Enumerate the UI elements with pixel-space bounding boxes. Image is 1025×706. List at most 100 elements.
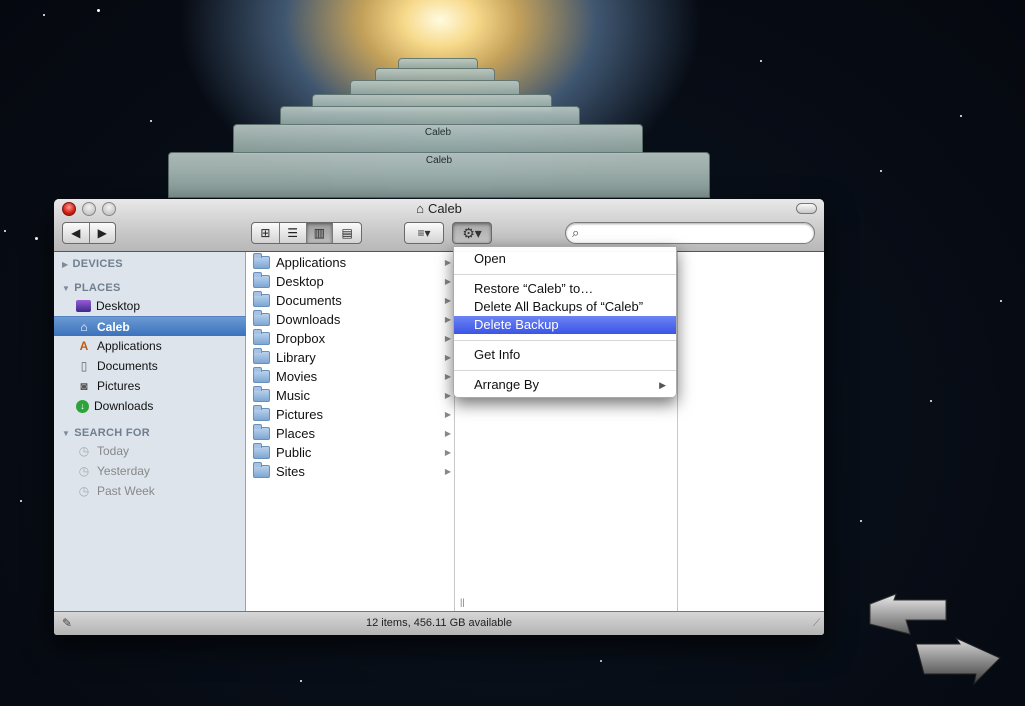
sidebar-devices-header[interactable]: ▶ DEVICES xyxy=(62,258,123,270)
sidebar-item-desktop[interactable]: Desktop xyxy=(54,296,246,316)
window-title: ⌂ Caleb xyxy=(54,201,824,216)
star xyxy=(300,680,302,682)
disclosure-icon: ▼ xyxy=(62,284,71,293)
list-item[interactable]: Pictures ▶ xyxy=(246,405,455,424)
sidebar-item-past-week[interactable]: ◷ Past Week xyxy=(54,481,246,501)
disclosure-icon: ▶ xyxy=(62,260,69,269)
folder-icon xyxy=(253,367,270,383)
folder-icon xyxy=(253,348,270,364)
search-icon: ⌕ xyxy=(572,225,580,240)
star xyxy=(1000,300,1002,302)
folder-icon xyxy=(253,443,270,459)
star xyxy=(880,170,882,172)
sidebar-item-today[interactable]: ◷ Today xyxy=(54,441,246,461)
sidebar-item-caleb[interactable]: ⌂ Caleb xyxy=(54,316,246,336)
star xyxy=(20,500,22,502)
disclosure-arrow-icon: ▶ xyxy=(444,258,451,267)
search-field[interactable]: ⌕ xyxy=(565,222,815,244)
sidebar-item-documents[interactable]: ▯ Documents xyxy=(54,356,246,376)
list-item[interactable]: Sites ▶ xyxy=(246,462,455,481)
sidebar-item-pictures[interactable]: ◙ Pictures xyxy=(54,376,246,396)
disclosure-icon: ▼ xyxy=(62,429,71,438)
coverflow-icon: ▤ xyxy=(341,226,353,240)
search-input[interactable] xyxy=(590,225,805,241)
list-view-button[interactable]: ☰ xyxy=(280,223,307,243)
menu-item-open[interactable]: Open xyxy=(454,250,676,268)
list-item[interactable]: Movies ▶ xyxy=(246,367,455,386)
menu-item-arrange-by[interactable]: Arrange By ▶ xyxy=(454,376,676,394)
folder-icon xyxy=(253,329,270,345)
sidebar-places-header[interactable]: ▼ PLACES xyxy=(62,282,121,294)
list-item[interactable]: Documents ▶ xyxy=(246,291,455,310)
folder-icon xyxy=(253,253,270,269)
time-back-arrow-icon[interactable] xyxy=(866,590,956,640)
list-item[interactable]: Dropbox ▶ xyxy=(246,329,455,348)
applications-icon: A xyxy=(79,339,89,353)
list-item[interactable]: Public ▶ xyxy=(246,443,455,462)
background-window[interactable] xyxy=(280,106,580,126)
back-button[interactable]: ◀ xyxy=(63,223,90,243)
star xyxy=(600,660,602,662)
star xyxy=(43,14,45,16)
menu-item-delete-all-backups[interactable]: Delete All Backups of “Caleb” xyxy=(454,298,676,316)
folder-icon xyxy=(253,424,270,440)
star xyxy=(4,230,6,232)
menu-item-delete-backup[interactable]: Delete Backup xyxy=(454,316,676,334)
disclosure-arrow-icon: ▶ xyxy=(444,334,451,343)
disclosure-arrow-icon: ▶ xyxy=(444,315,451,324)
status-bar: ✎ 12 items, 456.11 GB available ⟋ xyxy=(54,611,824,635)
list-icon: ☰ xyxy=(287,226,298,240)
folder-icon xyxy=(253,310,270,326)
star xyxy=(150,120,152,122)
list-item[interactable]: Applications ▶ xyxy=(246,253,455,272)
list-item[interactable]: Downloads ▶ xyxy=(246,310,455,329)
sidebar-item-applications[interactable]: A Applications xyxy=(54,336,246,356)
arrange-icon: ≡▾ xyxy=(417,226,431,240)
column-empty xyxy=(679,252,824,611)
star xyxy=(97,9,100,12)
disclosure-arrow-icon: ▶ xyxy=(444,391,451,400)
forward-button[interactable]: ▶ xyxy=(90,223,116,243)
sidebar-search-header[interactable]: ▼ SEARCH FOR xyxy=(62,427,150,439)
action-context-menu: Open Restore “Caleb” to… Delete All Back… xyxy=(453,246,677,398)
list-item[interactable]: Places ▶ xyxy=(246,424,455,443)
star xyxy=(760,60,762,62)
icon-view-button[interactable]: ⊞ xyxy=(252,223,280,243)
folder-icon xyxy=(253,386,270,402)
menu-item-get-info[interactable]: Get Info xyxy=(454,346,676,364)
background-window-title: Caleb xyxy=(425,155,453,166)
disclosure-arrow-icon: ▶ xyxy=(444,296,451,305)
back-forward-control: ◀ ▶ xyxy=(62,222,116,244)
finder-window: ⌂ Caleb ◀ ▶ ⊞ ☰ ▥ ▤ ≡▾ ⚙▾ ⌕ ▶ DEVICES ▼ PLA… xyxy=(54,199,824,635)
time-forward-arrow-icon[interactable] xyxy=(912,636,1004,688)
column-view-button[interactable]: ▥ xyxy=(306,223,334,243)
list-item[interactable]: Library ▶ xyxy=(246,348,455,367)
folder-icon xyxy=(253,405,270,421)
disclosure-arrow-icon: ▶ xyxy=(444,410,451,419)
background-window[interactable]: Caleb xyxy=(168,152,710,198)
folder-icon xyxy=(253,462,270,478)
disclosure-arrow-icon: ▶ xyxy=(444,467,451,476)
disclosure-arrow-icon: ▶ xyxy=(444,429,451,438)
action-button[interactable]: ⚙▾ xyxy=(452,222,492,244)
menu-separator xyxy=(454,274,676,275)
sidebar-item-yesterday[interactable]: ◷ Yesterday xyxy=(54,461,246,481)
title-bar[interactable]: ⌂ Caleb ◀ ▶ ⊞ ☰ ▥ ▤ ≡▾ ⚙▾ ⌕ xyxy=(54,199,824,252)
downloads-icon: ↓ xyxy=(76,399,89,413)
columns-icon: ▥ xyxy=(313,226,326,240)
resize-grip-icon[interactable]: ⟋ xyxy=(813,618,820,629)
list-item[interactable]: Music ▶ xyxy=(246,386,455,405)
clock-icon: ◷ xyxy=(78,464,90,478)
column-resize-handle[interactable]: || xyxy=(460,597,465,607)
column-home: Applications ▶ Desktop ▶ Documents ▶ Downlo… xyxy=(246,252,455,611)
menu-item-restore[interactable]: Restore “Caleb” to… xyxy=(454,280,676,298)
list-item[interactable]: Desktop ▶ xyxy=(246,272,455,291)
background-window[interactable]: Caleb xyxy=(233,124,643,154)
sidebar-item-downloads[interactable]: ↓ Downloads xyxy=(54,396,246,416)
arrange-button[interactable]: ≡▾ xyxy=(404,222,444,244)
grid-icon: ⊞ xyxy=(260,226,271,240)
disclosure-arrow-icon: ▶ xyxy=(444,277,451,286)
star xyxy=(35,237,38,240)
folder-icon xyxy=(253,291,270,307)
coverflow-view-button[interactable]: ▤ xyxy=(333,223,361,243)
